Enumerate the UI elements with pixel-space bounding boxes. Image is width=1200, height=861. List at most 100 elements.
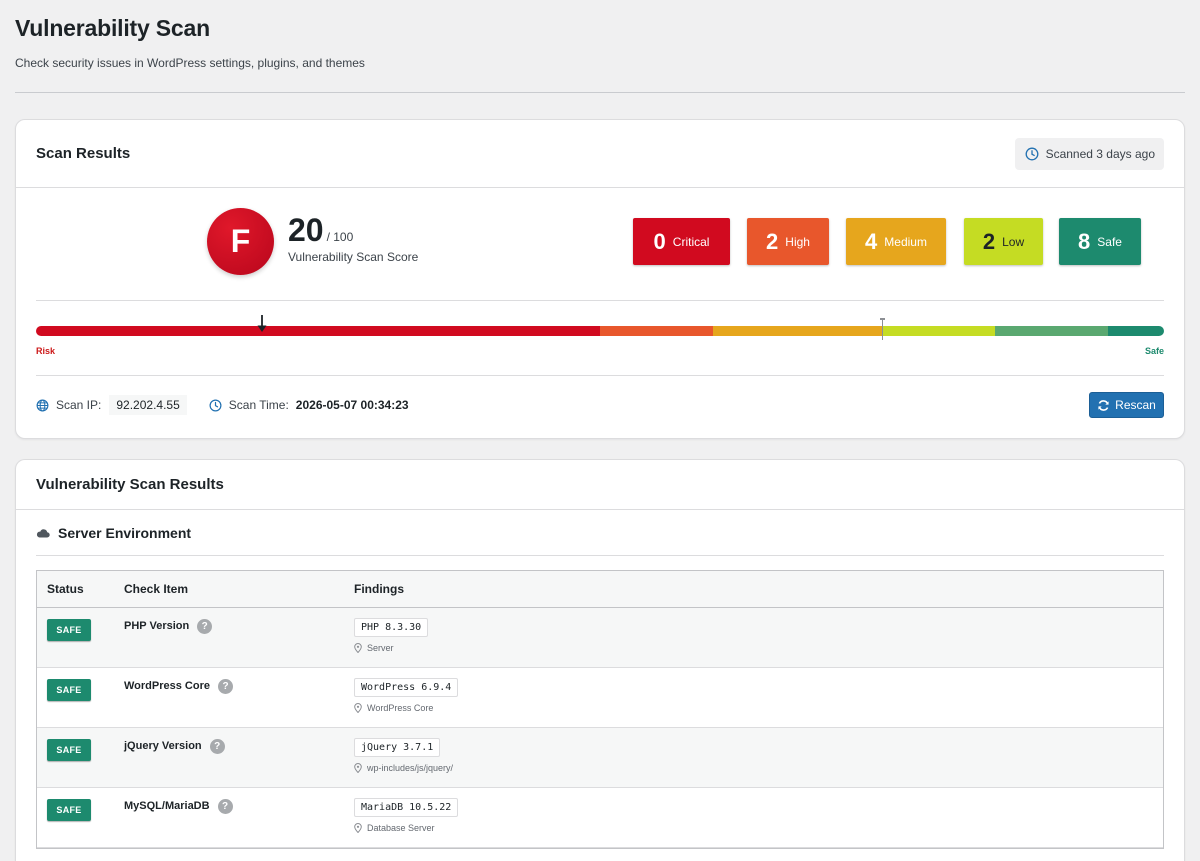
severity-low: 2 Low xyxy=(964,218,1043,265)
score-bar-track xyxy=(36,326,1164,336)
table-header: Status Check Item Findings xyxy=(37,571,1163,608)
check-item-name: jQuery Version xyxy=(124,740,202,752)
location-text: Server xyxy=(367,643,394,653)
table-row: SAFE MySQL/MariaDB? MariaDB 10.5.22 Data… xyxy=(37,788,1163,848)
page: Vulnerability Scan Check security issues… xyxy=(0,0,1200,861)
clock-icon xyxy=(209,399,222,412)
severity-count: 2 xyxy=(982,228,996,254)
check-item-name: MySQL/MariaDB xyxy=(124,800,210,812)
findings-cell: MariaDB 10.5.22 Database Server xyxy=(354,788,1163,847)
score-bar-segment xyxy=(1107,326,1164,336)
finding-value: WordPress 6.9.4 xyxy=(354,678,459,697)
score-bar-segment xyxy=(881,326,995,336)
bar-label-safe: Safe xyxy=(1144,346,1164,356)
findings-cell: jQuery 3.7.1 wp-includes/js/jquery/ xyxy=(354,728,1163,787)
section-title: Server Environment xyxy=(58,524,192,541)
scan-time-label: Scan Time: xyxy=(228,398,289,412)
table-row: SAFE PHP Version? PHP 8.3.30 Server xyxy=(37,608,1163,668)
findings-cell: PHP 8.3.30 Server xyxy=(354,608,1163,667)
scan-ip: Scan IP: 92.202.4.55 xyxy=(36,395,187,415)
score-bar-segment xyxy=(36,326,600,336)
score-bar xyxy=(36,315,1164,340)
scan-time: Scan Time: 2026-05-07 00:34:23 xyxy=(209,398,409,412)
finding-location: Server xyxy=(354,643,1163,653)
vuln-results-card: Vulnerability Scan Results Server Enviro… xyxy=(15,459,1185,861)
results-table: Status Check Item Findings SAFE PHP Vers… xyxy=(36,570,1164,849)
bar-label-risk: Risk xyxy=(36,346,56,356)
header-divider xyxy=(15,92,1185,93)
score-value: 20 xyxy=(288,212,324,248)
scan-ip-label: Scan IP: xyxy=(56,398,102,412)
status-badge: SAFE xyxy=(47,679,91,701)
scan-results-title: Scan Results xyxy=(36,145,131,162)
clock-icon xyxy=(1025,147,1039,161)
scan-results-card: Scan Results Scanned 3 days ago F 20/ 10… xyxy=(15,119,1185,439)
grade-circle: F xyxy=(207,208,274,275)
location-pin-icon xyxy=(354,703,362,713)
scan-results-header: Scan Results Scanned 3 days ago xyxy=(16,120,1184,188)
severity-count: 0 xyxy=(653,228,666,254)
finding-location: Database Server xyxy=(354,823,1163,833)
severity-label: High xyxy=(785,234,810,249)
location-text: Database Server xyxy=(367,823,435,833)
table-row: SAFE WordPress Core? WordPress 6.9.4 Wor… xyxy=(37,668,1163,728)
col-header-findings: Findings xyxy=(354,582,404,596)
severity-count: 8 xyxy=(1078,228,1091,254)
check-item-cell: WordPress Core? xyxy=(124,668,354,727)
severity-critical: 0 Critical xyxy=(633,218,730,265)
table-body: SAFE PHP Version? PHP 8.3.30 Server SAFE… xyxy=(37,608,1163,848)
help-icon[interactable]: ? xyxy=(218,679,233,694)
check-item-cell: MySQL/MariaDB? xyxy=(124,788,354,847)
status-cell: SAFE xyxy=(37,608,124,667)
severity-count: 2 xyxy=(766,228,779,254)
score-bar-segment xyxy=(600,326,713,336)
table-row: SAFE jQuery Version? jQuery 3.7.1 wp-inc… xyxy=(37,728,1163,788)
check-item-cell: PHP Version? xyxy=(124,608,354,667)
rescan-label: Rescan xyxy=(1115,398,1156,412)
divider xyxy=(36,300,1164,301)
help-icon[interactable]: ? xyxy=(197,619,213,634)
globe-icon xyxy=(36,399,49,412)
location-text: WordPress Core xyxy=(367,703,434,713)
location-text: wp-includes/js/jquery/ xyxy=(367,763,454,773)
scan-time-value: 2026-05-07 00:34:23 xyxy=(295,398,409,412)
page-title: Vulnerability Scan xyxy=(15,15,210,41)
severity-label: Medium xyxy=(884,234,927,249)
help-icon[interactable]: ? xyxy=(209,739,225,754)
severity-count: 4 xyxy=(865,228,878,254)
finding-location: WordPress Core xyxy=(354,703,1163,713)
col-header-status: Status xyxy=(47,582,84,596)
status-badge: SAFE xyxy=(47,619,91,641)
finding-value: jQuery 3.7.1 xyxy=(354,738,441,757)
scanned-badge: Scanned 3 days ago xyxy=(1014,137,1164,170)
severity-high: 2 High xyxy=(747,218,829,265)
score-max: / 100 xyxy=(326,230,354,244)
score-row: F 20/ 100 Vulnerability Scan Score 0 Cri… xyxy=(16,188,1184,300)
score-bar-segment xyxy=(712,326,882,336)
score-block: 20/ 100 Vulnerability Scan Score xyxy=(288,211,418,264)
location-pin-icon xyxy=(354,643,362,653)
score-bar-segment xyxy=(994,326,1108,336)
help-icon[interactable]: ? xyxy=(217,799,233,814)
status-cell: SAFE xyxy=(37,668,124,727)
severity-label: Low xyxy=(1002,234,1025,249)
cloud-icon xyxy=(36,528,50,538)
check-item-name: PHP Version xyxy=(124,620,190,632)
scan-ip-value: 92.202.4.55 xyxy=(109,395,187,415)
finding-value: PHP 8.3.30 xyxy=(354,618,429,637)
status-cell: SAFE xyxy=(37,728,124,787)
severity-safe: 8 Safe xyxy=(1059,218,1141,265)
rescan-button[interactable]: Rescan xyxy=(1089,392,1164,418)
status-cell: SAFE xyxy=(37,788,124,847)
section-server-environment: Server Environment xyxy=(36,510,1164,556)
scan-meta-row: Scan IP: 92.202.4.55 Scan Time: 2026-05-… xyxy=(36,392,1164,418)
threshold-tick xyxy=(880,318,885,340)
finding-location: wp-includes/js/jquery/ xyxy=(354,763,1163,773)
divider xyxy=(36,375,1164,376)
severity-label: Critical xyxy=(672,234,710,249)
findings-cell: WordPress 6.9.4 WordPress Core xyxy=(354,668,1163,727)
severity-medium: 4 Medium xyxy=(846,218,946,265)
location-pin-icon xyxy=(354,763,362,773)
scanned-ago-text: Scanned 3 days ago xyxy=(1045,146,1155,161)
col-header-check-item: Check Item xyxy=(124,582,189,596)
